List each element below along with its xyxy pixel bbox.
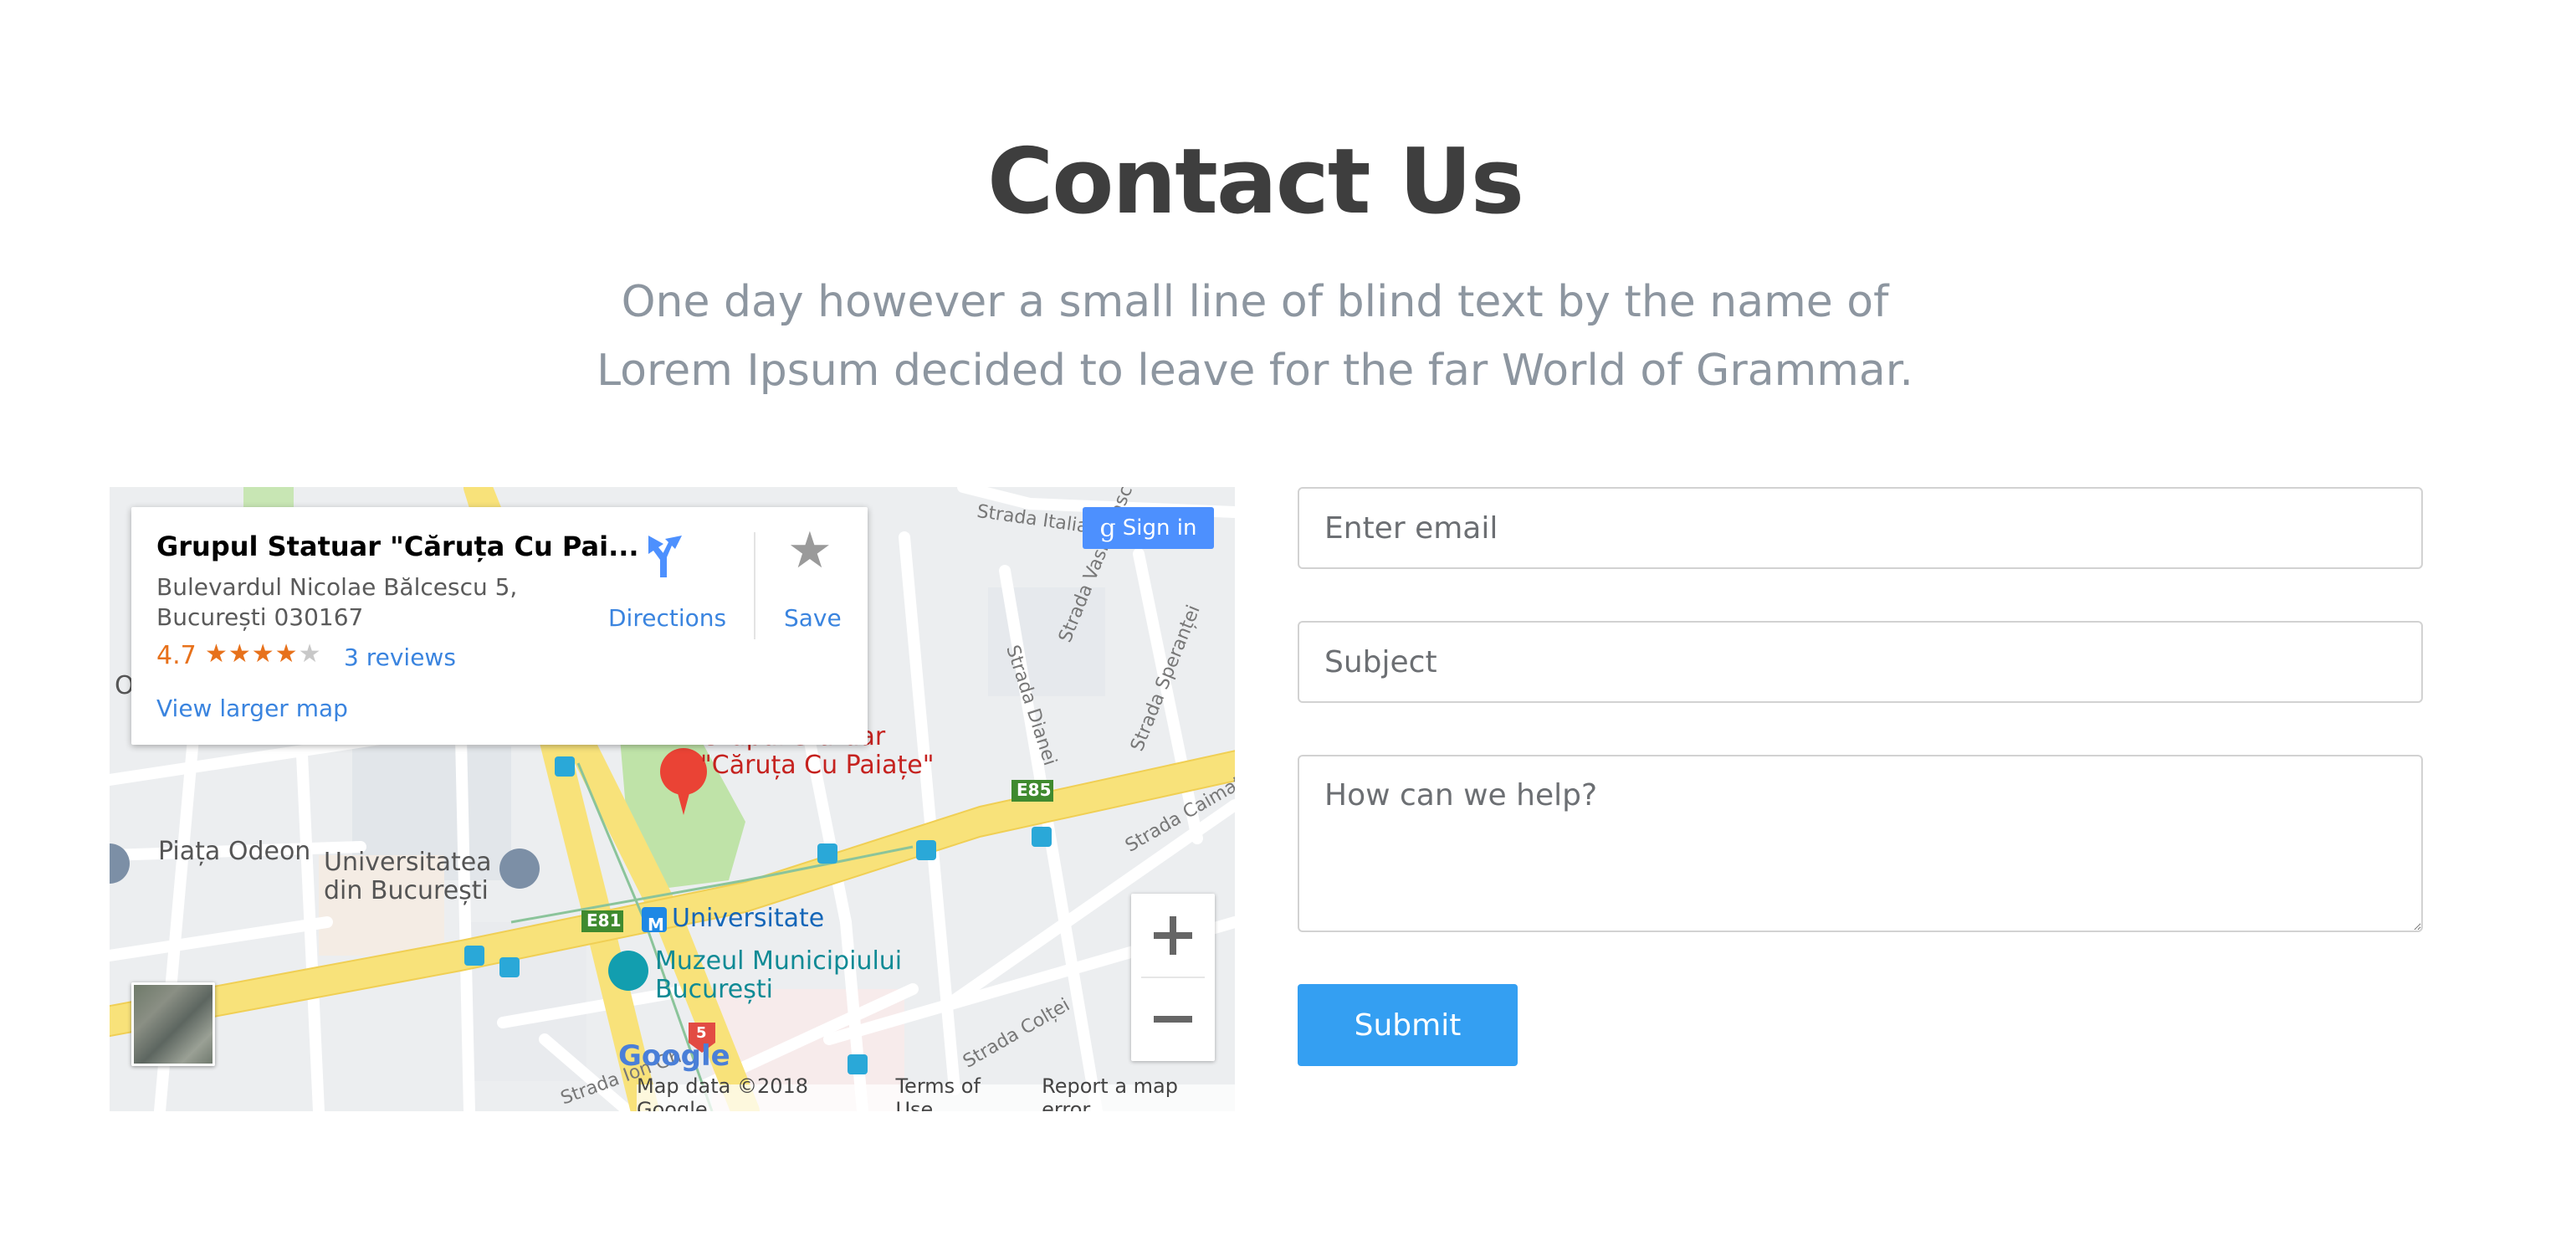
zoom-control xyxy=(1131,894,1215,1061)
label-muzeul-line1: Muzeul Municipiului xyxy=(655,946,903,976)
place-info-card: Grupul Statuar "Căruța Cu Pai... Bulevar… xyxy=(131,507,868,745)
label-universitatea-line1: Universitatea xyxy=(324,848,492,877)
directions-icon[interactable] xyxy=(642,532,689,579)
label-universitate: Universitate xyxy=(672,904,825,933)
map-attribution: Map data ©2018 Google Terms of Use Repor… xyxy=(637,1074,1235,1111)
rating-stars-icon: ★★★★★ xyxy=(205,639,321,669)
page-lead-text: One day however a small line of blind te… xyxy=(597,277,1913,396)
directions-link[interactable]: Directions xyxy=(608,604,726,632)
satellite-toggle-thumbnail[interactable] xyxy=(131,982,215,1066)
place-rating: 4.7 xyxy=(156,641,197,670)
metro-icon: M xyxy=(648,915,664,935)
label-universitatea: Universitatea din București xyxy=(324,849,492,905)
zoom-in-button[interactable] xyxy=(1131,894,1215,977)
card-divider xyxy=(754,532,755,639)
place-name: Grupul Statuar "Căruța Cu Pai... xyxy=(156,531,639,562)
place-address: Bulevardul Nicolae Bălcescu 5, București… xyxy=(156,573,518,631)
rating-star-partial: ★ xyxy=(298,639,322,669)
page-title: Contact Us xyxy=(986,130,1524,234)
reviews-link[interactable]: 3 reviews xyxy=(344,643,456,671)
label-muzeul-line2: București xyxy=(655,975,773,1004)
embedded-map[interactable]: Grupul Statuar "Căruța Cu Paiațe" Piața … xyxy=(110,487,1235,1111)
google-logo: Google xyxy=(618,1039,730,1073)
report-map-error-link[interactable]: Report a map error xyxy=(1042,1074,1221,1111)
zoom-out-button[interactable] xyxy=(1131,977,1215,1061)
label-muzeul: Muzeul Municipiului București xyxy=(655,947,902,1004)
star-icon[interactable]: ★ xyxy=(787,526,832,576)
label-piata-odeon: Piața Odeon xyxy=(158,837,311,866)
email-input[interactable] xyxy=(1298,487,2423,569)
label-e81: E81 xyxy=(586,910,622,931)
label-e85: E85 xyxy=(1017,780,1052,800)
marker-label-line2: "Căruța Cu Paiațe" xyxy=(700,751,935,780)
sign-in-label: Sign in xyxy=(1122,515,1197,541)
message-textarea[interactable] xyxy=(1298,755,2423,932)
save-link[interactable]: Save xyxy=(784,604,842,632)
sign-in-button[interactable]: g Sign in xyxy=(1083,507,1214,549)
rating-stars-full: ★★★★ xyxy=(205,639,299,669)
google-g-icon: g xyxy=(1099,513,1116,543)
terms-of-use-link[interactable]: Terms of Use xyxy=(895,1074,1017,1111)
submit-button[interactable]: Submit xyxy=(1298,984,1518,1066)
map-data-credit: Map data ©2018 Google xyxy=(637,1074,809,1111)
label-universitatea-line2: din București xyxy=(324,876,489,905)
view-larger-map-link[interactable]: View larger map xyxy=(156,695,348,722)
subject-input[interactable] xyxy=(1298,621,2423,703)
